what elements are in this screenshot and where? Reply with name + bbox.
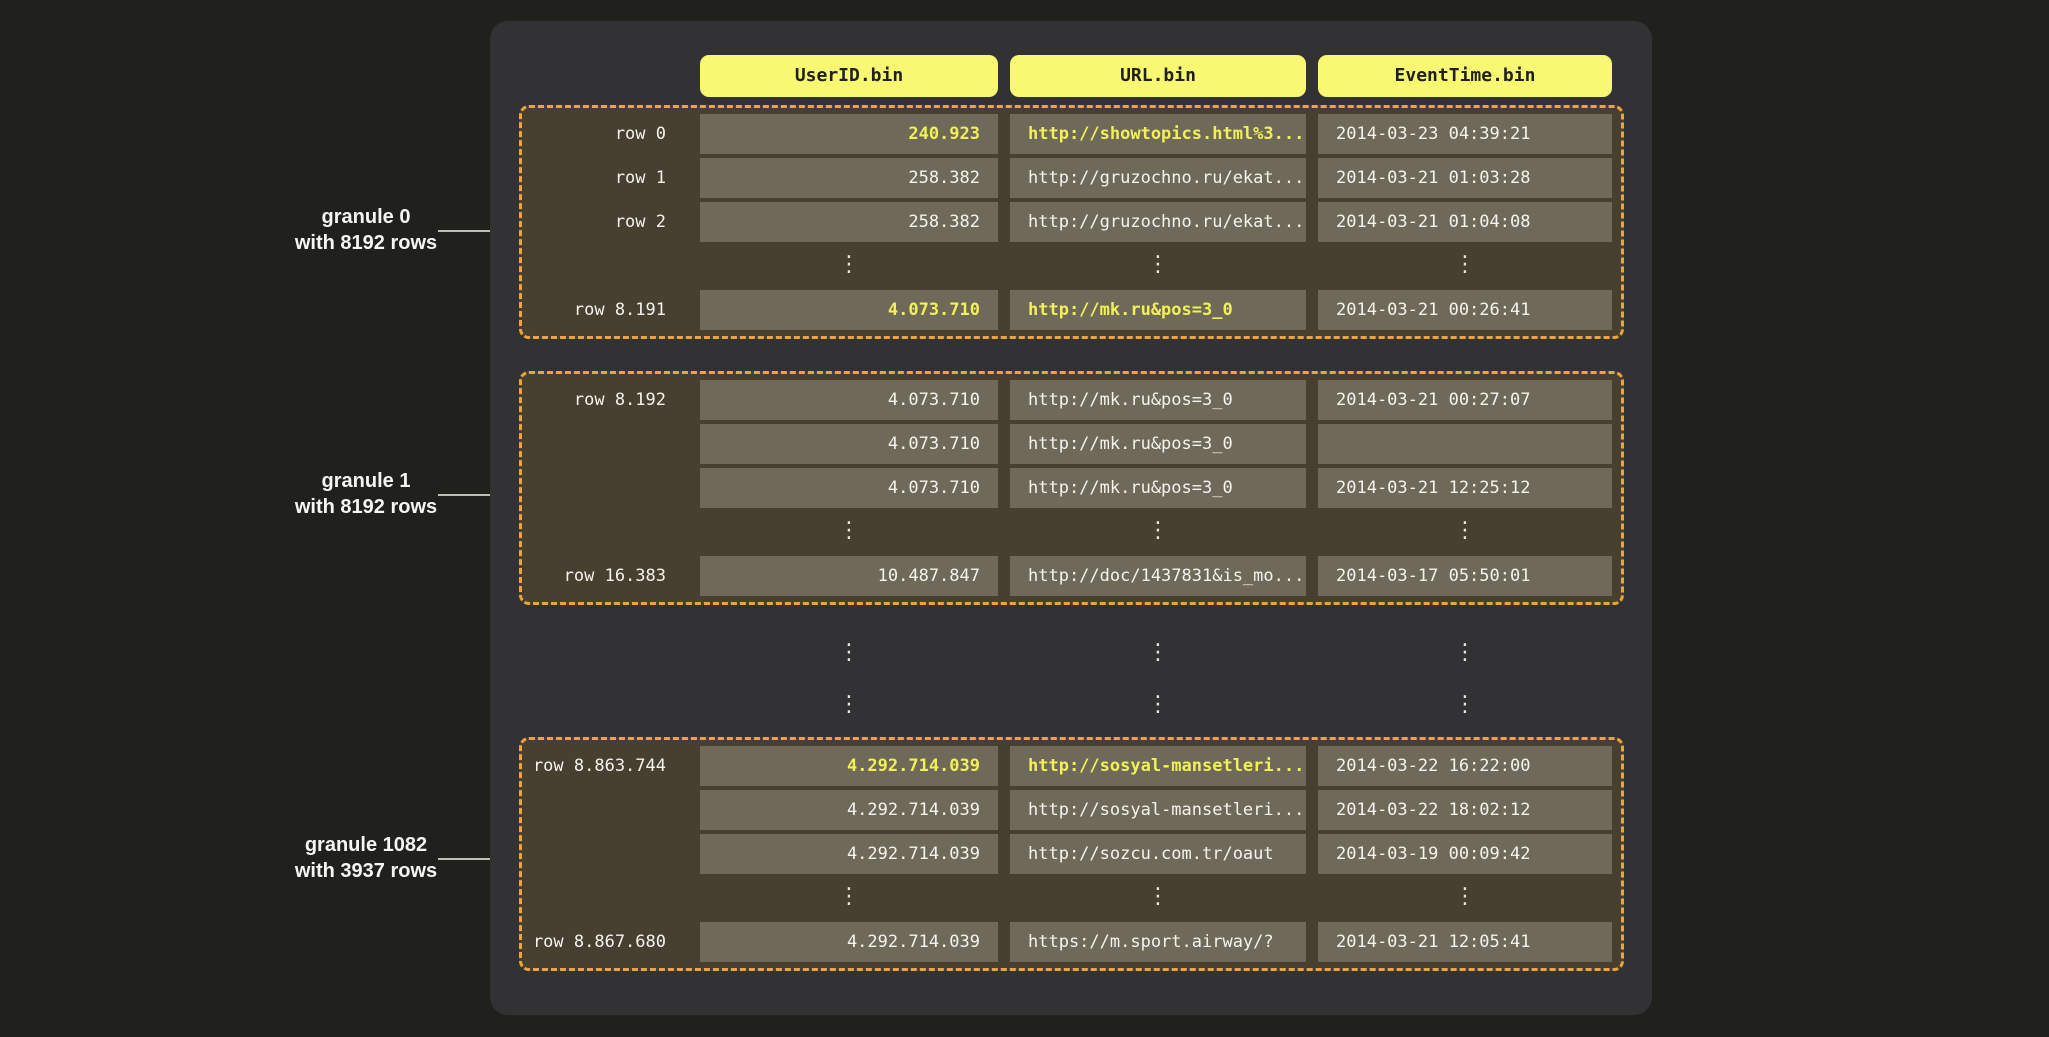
ellipsis-row: ⋮ ⋮ ⋮ <box>522 246 1621 286</box>
cell-userid: 4.292.714.039 <box>700 746 998 786</box>
table-row: row 8.863.744 4.292.714.039 http://sosya… <box>522 746 1621 786</box>
cell-url: http://mk.ru&pos=3_0 <box>1010 290 1306 330</box>
row-label: row 8.192 <box>522 380 688 420</box>
table-row: row 16.383 10.487.847 http://doc/1437831… <box>522 556 1621 596</box>
cell-userid: 4.073.710 <box>700 468 998 508</box>
diagram-panel: UserID.bin URL.bin EventTime.bin row 0 2… <box>490 21 1652 1015</box>
row-label: row 8.867.680 <box>522 922 688 962</box>
row-label <box>522 834 688 874</box>
granule-box-0: row 0 240.923 http://showtopics.html%3..… <box>519 105 1624 339</box>
cell-url: http://doc/1437831&is_mo... <box>1010 556 1306 596</box>
ellipsis-icon: ⋮ <box>1010 634 1306 674</box>
cell-url: http://sozcu.com.tr/oaut <box>1010 834 1306 874</box>
ellipsis-icon: ⋮ <box>1318 878 1612 918</box>
cell-eventtime: 2014-03-21 12:25:12 <box>1318 468 1612 508</box>
cell-eventtime: 2014-03-21 01:03:28 <box>1318 158 1612 198</box>
cell-url: http://sosyal-mansetleri... <box>1010 790 1306 830</box>
ellipsis-icon: ⋮ <box>1010 512 1306 552</box>
cell-eventtime: 2014-03-22 18:02:12 <box>1318 790 1612 830</box>
header-spacer <box>522 55 688 97</box>
cell-eventtime: 2014-03-21 00:27:07 <box>1318 380 1612 420</box>
ellipsis-icon: ⋮ <box>1318 686 1612 726</box>
table-row: 4.292.714.039 http://sosyal-mansetleri..… <box>522 790 1621 830</box>
cell-userid: 4.292.714.039 <box>700 922 998 962</box>
column-header-pill-userid: UserID.bin <box>700 55 998 97</box>
cell-userid: 258.382 <box>700 158 998 198</box>
row-label: row 2 <box>522 202 688 242</box>
cell-userid: 4.292.714.039 <box>700 834 998 874</box>
granule-box-1: row 8.192 4.073.710 http://mk.ru&pos=3_0… <box>519 371 1624 605</box>
cell-url: http://sosyal-mansetleri... <box>1010 746 1306 786</box>
table-row: row 1 258.382 http://gruzochno.ru/ekat..… <box>522 158 1621 198</box>
cell-eventtime: 2014-03-23 04:39:21 <box>1318 114 1612 154</box>
granule-box-1082: row 8.863.744 4.292.714.039 http://sosya… <box>519 737 1624 971</box>
table-row: row 2 258.382 http://gruzochno.ru/ekat..… <box>522 202 1621 242</box>
row-label <box>522 790 688 830</box>
page-background: granule 0 with 8192 rows granule 1 with … <box>0 0 2049 1037</box>
row-label <box>522 424 688 464</box>
ellipsis-icon: ⋮ <box>1318 246 1612 286</box>
table-row: 4.073.710 http://mk.ru&pos=3_0 2014-03-2… <box>522 468 1621 508</box>
cell-userid: 240.923 <box>700 114 998 154</box>
ellipsis-icon: ⋮ <box>1318 634 1612 674</box>
table-row: row 8.867.680 4.292.714.039 https://m.sp… <box>522 922 1621 962</box>
column-header-pill-eventtime: EventTime.bin <box>1318 55 1612 97</box>
cell-userid: 4.073.710 <box>700 290 998 330</box>
cell-eventtime: 2014-03-21 01:04:08 <box>1318 202 1612 242</box>
cell-eventtime: 2014-03-19 00:09:42 <box>1318 834 1612 874</box>
ellipsis-row: ⋮ ⋮ ⋮ <box>522 634 1621 674</box>
row-label: row 0 <box>522 114 688 154</box>
table-row: 4.292.714.039 http://sozcu.com.tr/oaut 2… <box>522 834 1621 874</box>
cell-eventtime: 2014-03-21 00:26:41 <box>1318 290 1612 330</box>
row-label: row 8.191 <box>522 290 688 330</box>
ellipsis-row: ⋮ ⋮ ⋮ <box>522 878 1621 918</box>
cell-userid: 258.382 <box>700 202 998 242</box>
cell-userid: 4.073.710 <box>700 380 998 420</box>
ellipsis-icon: ⋮ <box>1318 512 1612 552</box>
cell-userid: 4.292.714.039 <box>700 790 998 830</box>
cell-url: http://mk.ru&pos=3_0 <box>1010 468 1306 508</box>
ellipsis-row: ⋮ ⋮ ⋮ <box>522 512 1621 552</box>
cell-url: http://gruzochno.ru/ekat... <box>1010 202 1306 242</box>
cell-userid: 10.487.847 <box>700 556 998 596</box>
ellipsis-icon: ⋮ <box>700 634 998 674</box>
table-row: row 8.191 4.073.710 http://mk.ru&pos=3_0… <box>522 290 1621 330</box>
row-label: row 1 <box>522 158 688 198</box>
column-header-pill-url: URL.bin <box>1010 55 1306 97</box>
ellipsis-icon: ⋮ <box>700 246 998 286</box>
ellipsis-icon: ⋮ <box>700 686 998 726</box>
ellipsis-row: ⋮ ⋮ ⋮ <box>522 686 1621 726</box>
cell-url: http://showtopics.html%3... <box>1010 114 1306 154</box>
table-row: row 0 240.923 http://showtopics.html%3..… <box>522 114 1621 154</box>
cell-url: http://mk.ru&pos=3_0 <box>1010 380 1306 420</box>
cell-eventtime: 2014-03-17 05:50:01 <box>1318 556 1612 596</box>
cell-url: http://mk.ru&pos=3_0 <box>1010 424 1306 464</box>
column-header-row: UserID.bin URL.bin EventTime.bin <box>522 55 1621 97</box>
ellipsis-icon: ⋮ <box>1010 878 1306 918</box>
cell-eventtime-empty <box>1318 424 1612 464</box>
cell-url: http://gruzochno.ru/ekat... <box>1010 158 1306 198</box>
row-label: row 8.863.744 <box>522 746 688 786</box>
ellipsis-icon: ⋮ <box>700 878 998 918</box>
row-label <box>522 468 688 508</box>
cell-url: https://m.sport.airway/? <box>1010 922 1306 962</box>
table-row: row 8.192 4.073.710 http://mk.ru&pos=3_0… <box>522 380 1621 420</box>
ellipsis-icon: ⋮ <box>1010 686 1306 726</box>
ellipsis-icon: ⋮ <box>1010 246 1306 286</box>
cell-userid: 4.073.710 <box>700 424 998 464</box>
cell-eventtime: 2014-03-22 16:22:00 <box>1318 746 1612 786</box>
table-row: 4.073.710 http://mk.ru&pos=3_0 <box>522 424 1621 464</box>
row-label: row 16.383 <box>522 556 688 596</box>
ellipsis-icon: ⋮ <box>700 512 998 552</box>
cell-eventtime: 2014-03-21 12:05:41 <box>1318 922 1612 962</box>
